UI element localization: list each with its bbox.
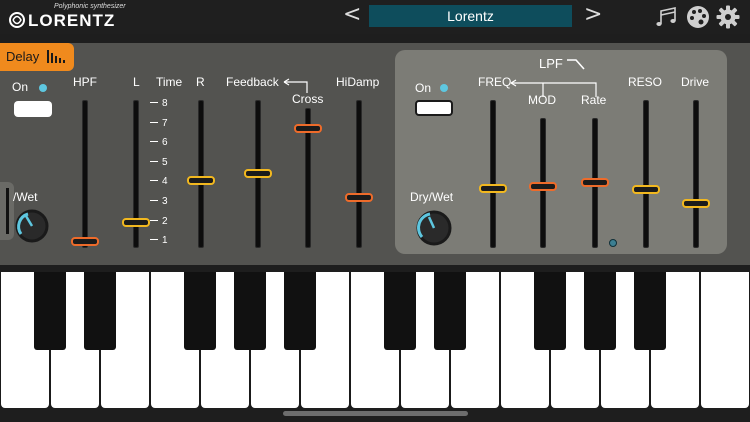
logo-tagline: Polyphonic synthesizer	[54, 3, 126, 10]
time-scale-tick: 8	[150, 98, 168, 109]
piano-black-key[interactable]	[34, 272, 66, 350]
time-label: Time	[156, 75, 183, 89]
piano-black-key[interactable]	[284, 272, 316, 350]
hidamp-label: HiDamp	[336, 75, 380, 89]
drive-slider-track[interactable]	[693, 100, 699, 248]
rate-label: Rate	[581, 93, 607, 107]
piano-black-key[interactable]	[534, 272, 566, 350]
lpf-on-button[interactable]	[415, 100, 453, 116]
gear-icon[interactable]	[716, 5, 740, 29]
cross-slider-handle[interactable]	[294, 124, 322, 133]
delay-drywet-knob[interactable]	[14, 208, 50, 244]
time-scale-tick: 7	[150, 118, 168, 129]
piano-white-key[interactable]	[701, 272, 749, 408]
time-scale-tick: 4	[150, 176, 168, 187]
top-bar: Polyphonic synthesizer LORENTZ < Lorentz…	[0, 0, 750, 34]
next-preset-button[interactable]: >	[584, 3, 602, 27]
logo-name: LORENTZ	[28, 11, 116, 30]
app-logo: Polyphonic synthesizer LORENTZ	[8, 3, 138, 31]
mod-slider-handle[interactable]	[529, 181, 557, 191]
delay-on-label: On	[12, 80, 29, 94]
cross-label: Cross	[292, 92, 324, 106]
reso-slider-track[interactable]	[643, 100, 649, 248]
rate-indicator-led	[609, 239, 617, 247]
panel-scroll-handle[interactable]	[0, 182, 14, 240]
time-right-label: R	[196, 75, 205, 89]
hpf-slider-handle[interactable]	[71, 237, 99, 247]
palette-icon[interactable]	[686, 5, 710, 29]
piano-black-key[interactable]	[234, 272, 266, 350]
time-left-label: L	[133, 75, 140, 89]
time-right-slider-handle[interactable]	[187, 176, 215, 186]
prev-preset-button[interactable]: <	[343, 3, 361, 27]
piano-black-key[interactable]	[634, 272, 666, 350]
preset-name-display[interactable]: Lorentz	[369, 5, 572, 27]
freq-slider-handle[interactable]	[479, 183, 507, 193]
freq-label: FREQ	[478, 75, 512, 89]
piano-black-key[interactable]	[184, 272, 216, 350]
delay-tab[interactable]: Delay	[0, 43, 74, 71]
lowpass-filter-icon	[567, 59, 585, 70]
time-scale-tick: 1	[150, 235, 168, 246]
delay-on-indicator	[39, 84, 47, 92]
time-scale-tick: 3	[150, 196, 168, 207]
hpf-label: HPF	[73, 75, 97, 89]
hpf-slider-track[interactable]	[82, 100, 88, 248]
reso-slider-handle[interactable]	[632, 185, 660, 195]
time-left-slider-handle[interactable]	[122, 217, 150, 227]
music-notes-icon[interactable]	[655, 5, 679, 29]
lpf-drywet-label: Dry/Wet	[410, 190, 454, 204]
reso-label: RESO	[628, 75, 663, 89]
equalizer-icon	[46, 50, 65, 63]
piano-black-key[interactable]	[384, 272, 416, 350]
delay-tab-label: Delay	[6, 49, 40, 64]
time-scale-tick: 2	[150, 216, 168, 227]
freq-slider-track[interactable]	[490, 100, 496, 248]
home-indicator	[283, 411, 468, 416]
mod-label: MOD	[528, 93, 556, 107]
feedback-slider-handle[interactable]	[244, 169, 272, 178]
delay-drywet-label: /Wet	[13, 190, 38, 204]
time-scale-tick: 5	[150, 157, 168, 168]
lpf-title: LPF	[539, 56, 563, 71]
delay-on-button[interactable]	[14, 101, 52, 117]
piano-keyboard	[0, 272, 750, 408]
rate-slider-handle[interactable]	[581, 178, 609, 187]
hidamp-slider-handle[interactable]	[345, 192, 373, 202]
piano-black-key[interactable]	[434, 272, 466, 350]
drive-label: Drive	[681, 75, 710, 89]
drive-slider-handle[interactable]	[682, 198, 710, 208]
hidamp-slider-track[interactable]	[356, 100, 362, 248]
piano-black-key[interactable]	[584, 272, 616, 350]
time-scale-tick: 6	[150, 137, 168, 148]
time-right-slider-track[interactable]	[198, 100, 204, 248]
piano-black-key[interactable]	[84, 272, 116, 350]
lpf-drywet-knob[interactable]	[414, 208, 454, 248]
lpf-on-indicator	[440, 84, 448, 92]
lpf-on-label: On	[415, 81, 432, 95]
feedback-label: Feedback	[226, 75, 279, 89]
lorentz-logo-icon	[9, 12, 25, 28]
